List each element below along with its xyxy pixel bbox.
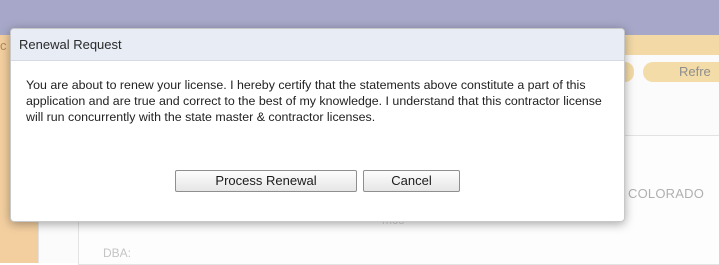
dialog-titlebar[interactable]: Renewal Request	[11, 29, 624, 61]
left-partial-text: c	[0, 38, 7, 53]
dialog-message: You are about to renew your license. I h…	[26, 78, 602, 124]
dialog-title: Renewal Request	[19, 37, 122, 52]
dba-label: DBA:	[103, 246, 132, 260]
panel-header-band	[620, 35, 719, 55]
process-renewal-button[interactable]: Process Renewal	[175, 170, 357, 192]
refresh-button[interactable]: Refre	[643, 62, 719, 82]
renewal-request-dialog: Renewal Request You are about to renew y…	[10, 28, 625, 222]
state-value: COLORADO	[628, 186, 705, 201]
cancel-button[interactable]: Cancel	[363, 170, 460, 192]
